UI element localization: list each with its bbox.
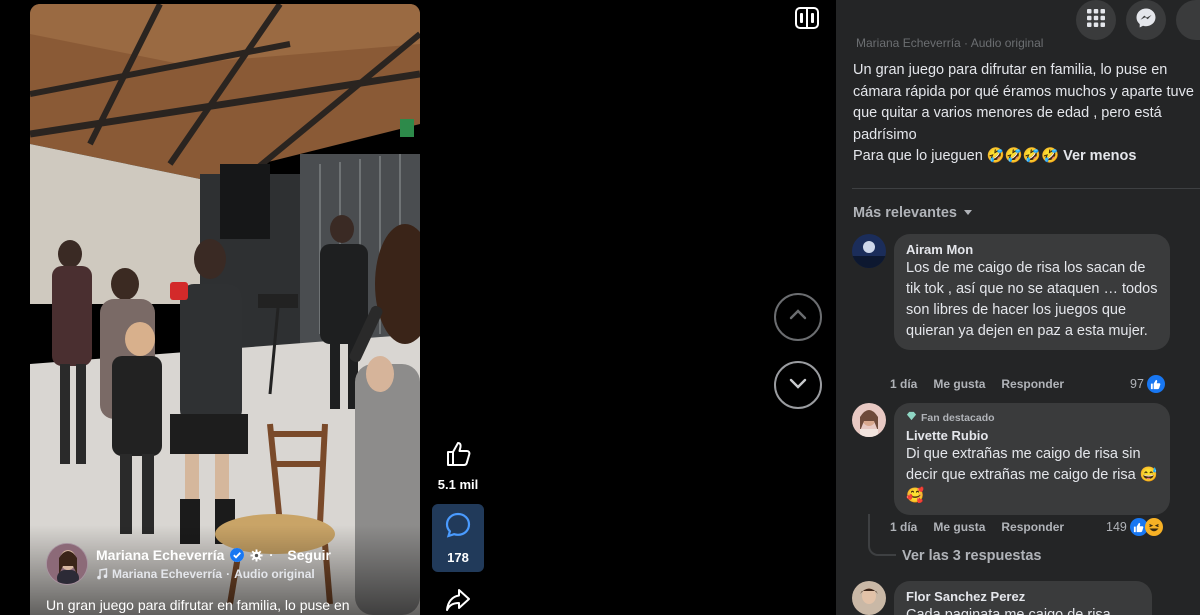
comment-count: 178 [447, 550, 469, 565]
gear-icon [250, 548, 263, 562]
comment-text: Di que extrañas me caigo de risa sin dec… [906, 446, 1158, 504]
comment-bubble: Flor Sanchez Perez Cada paginata me caig… [894, 581, 1152, 615]
follow-button[interactable]: Seguir [287, 547, 331, 563]
post-description: Un gran juego para difrutar en familia, … [853, 60, 1198, 168]
reply-thread-line [868, 514, 896, 556]
notifications-button[interactable] [1176, 0, 1200, 40]
reaction-count: 149 [1106, 520, 1127, 534]
share-icon [444, 586, 472, 615]
audio-line[interactable]: Mariana Echeverría · Audio original [96, 567, 331, 581]
comment-text: Los de me caigo de risa los sacan de tik… [906, 260, 1158, 339]
scrolled-header: Mariana Echeverría · Audio original [856, 36, 1044, 50]
comment-reactions[interactable]: 149 [1106, 518, 1163, 536]
divider [852, 188, 1200, 189]
comment-reactions[interactable]: 97 [1130, 375, 1165, 393]
messenger-button[interactable] [1126, 0, 1166, 40]
reaction-count: 97 [1130, 377, 1144, 391]
comment-like-button[interactable]: Me gusta [933, 377, 985, 391]
audio-artist: Mariana Echeverría [112, 567, 223, 581]
chevron-up-icon [787, 304, 809, 331]
comment-author[interactable]: Livette Rubio [906, 428, 1158, 443]
comment-avatar[interactable] [852, 581, 886, 615]
sort-dropdown[interactable]: Más relevantes [853, 205, 973, 221]
view-replies-link[interactable]: Ver las 3 respuestas [902, 548, 1041, 564]
comment-text: Cada paginata me caigo de risa [906, 607, 1111, 615]
sort-label: Más relevantes [853, 205, 957, 221]
verified-icon [230, 548, 245, 562]
grid-menu-icon [1086, 8, 1106, 33]
separator-dot: · [269, 548, 274, 562]
author-row: Mariana Echeverría · Seguir Mariana Eche… [46, 543, 331, 585]
video-scene-image [30, 4, 420, 615]
comment-actions: 1 día Me gusta Responder [890, 377, 1064, 391]
audio-type: Audio original [234, 567, 315, 581]
comment-like-button[interactable]: Me gusta [933, 520, 985, 534]
comment-bubble: Fan destacado Livette Rubio Di que extra… [894, 403, 1170, 515]
haha-reaction-icon [1144, 518, 1163, 536]
comment-reply-button[interactable]: Responder [1001, 377, 1064, 391]
like-count: 5.1 mil [437, 477, 479, 492]
messenger-icon [1135, 7, 1157, 34]
comment-bubble: Airam Mon Los de me caigo de risa los sa… [894, 234, 1170, 350]
fan-badge-label: Fan destacado [921, 411, 995, 424]
like-button[interactable]: 5.1 mil [438, 440, 478, 492]
reel-actions: 5.1 mil 178 [430, 440, 486, 615]
author-name[interactable]: Mariana Echeverría [96, 547, 224, 563]
reels-viewer: Mariana Echeverría · Seguir Mariana Eche… [0, 0, 1200, 615]
audio-separator: · [226, 567, 231, 581]
comment-time[interactable]: 1 día [890, 377, 917, 391]
menu-button[interactable] [1076, 0, 1116, 40]
reel-video[interactable]: Mariana Echeverría · Seguir Mariana Eche… [30, 4, 420, 615]
comment-icon [444, 511, 472, 544]
see-less-link[interactable]: Ver menos [1063, 148, 1136, 164]
comment-actions: 1 día Me gusta Responder [890, 520, 1064, 534]
comment-button[interactable]: 178 [432, 504, 484, 572]
comment-author[interactable]: Flor Sanchez Perez [906, 589, 1140, 604]
video-caption: Un gran juego para difrutar en familia, … [46, 597, 350, 613]
description-text: Un gran juego para difrutar en familia, … [853, 62, 1194, 164]
next-reel-button[interactable] [774, 361, 822, 409]
author-avatar[interactable] [46, 543, 88, 585]
thumbs-up-icon [444, 440, 472, 473]
previous-reel-button[interactable] [774, 293, 822, 341]
top-icons [1076, 0, 1200, 40]
chevron-down-icon [787, 372, 809, 399]
like-reaction-icon [1146, 375, 1165, 393]
video-stage: Mariana Echeverría · Seguir Mariana Eche… [0, 0, 836, 615]
author-meta: Mariana Echeverría · Seguir Mariana Eche… [96, 547, 331, 581]
comment-author[interactable]: Airam Mon [906, 242, 1158, 257]
music-note-icon [96, 568, 108, 580]
comment-reply-button[interactable]: Responder [1001, 520, 1064, 534]
diamond-badge-icon [906, 411, 917, 424]
comments-panel: Mariana Echeverría · Audio original Un g… [836, 0, 1200, 615]
comment-avatar[interactable] [852, 234, 886, 268]
caret-down-icon [963, 205, 973, 221]
author-line: Mariana Echeverría · Seguir [96, 547, 331, 563]
share-button[interactable] [444, 586, 472, 615]
switch-icon[interactable] [795, 6, 819, 35]
comment-avatar[interactable] [852, 403, 886, 437]
fan-badge: Fan destacado [906, 411, 1158, 424]
